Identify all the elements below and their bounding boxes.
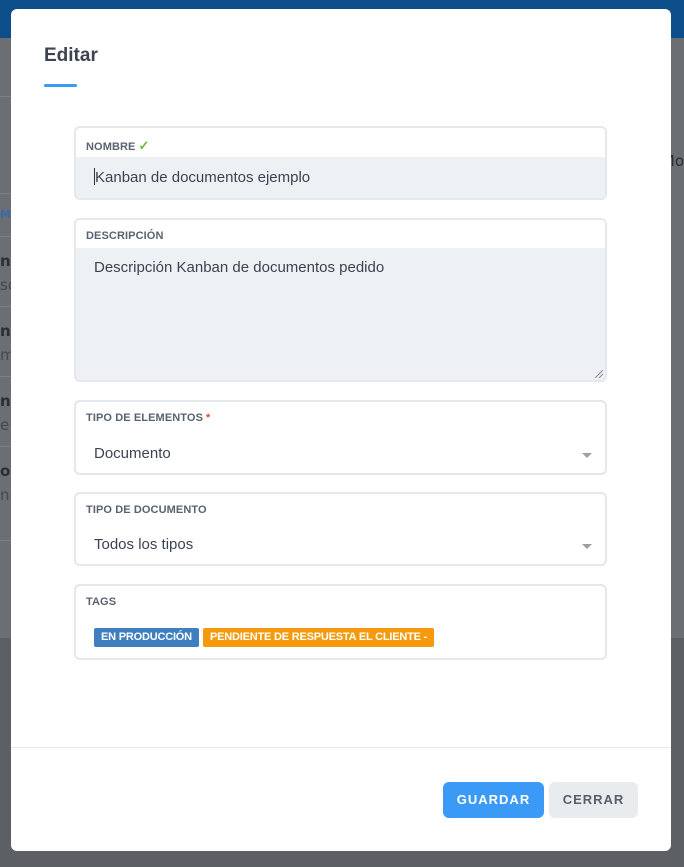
tag-en-produccion[interactable]: EN PRODUCCIÓN — [94, 628, 199, 647]
description-value: Descripción Kanban de documentos pedido — [94, 259, 385, 276]
document-type-select[interactable]: TIPO DE DOCUMENTO Todos los tipos — [74, 492, 607, 566]
element-type-label: TIPO DE ELEMENTOS * — [86, 412, 210, 424]
chevron-down-icon[interactable] — [582, 453, 592, 458]
modal-title: Editar — [44, 45, 98, 66]
footer-divider — [11, 747, 671, 748]
background-row-sub: e — [0, 416, 10, 434]
close-button[interactable]: CERRAR — [549, 782, 638, 818]
required-mark: * — [206, 412, 211, 424]
document-type-label: TIPO DE DOCUMENTO — [86, 504, 207, 516]
title-underline — [44, 84, 77, 87]
element-type-select[interactable]: TIPO DE ELEMENTOS * Documento — [74, 400, 607, 475]
description-field[interactable]: DESCRIPCIÓN Descripción Kanban de docume… — [74, 218, 607, 382]
chevron-down-icon[interactable] — [582, 544, 592, 549]
name-input-value: Kanban de documentos ejemplo — [95, 169, 311, 186]
description-textarea[interactable]: Descripción Kanban de documentos pedido — [76, 248, 605, 380]
tag-pendiente-respuesta[interactable]: PENDIENTE DE RESPUESTA EL CLIENTE - — [203, 628, 435, 647]
tags-label: TAGS — [86, 596, 117, 608]
check-icon: ✓ — [138, 138, 150, 153]
description-label: DESCRIPCIÓN — [86, 230, 164, 242]
name-input[interactable]: Kanban de documentos ejemplo — [76, 157, 605, 198]
tags-field[interactable]: TAGS EN PRODUCCIÓN PENDIENTE DE RESPUEST… — [74, 584, 607, 660]
save-button[interactable]: GUARDAR — [443, 782, 544, 818]
name-label-text: NOMBRE — [86, 141, 136, 153]
name-label: NOMBRE ✓ — [86, 138, 150, 154]
element-type-value: Documento — [94, 445, 171, 462]
resize-grip-icon[interactable] — [595, 370, 603, 378]
element-type-label-text: TIPO DE ELEMENTOS — [86, 412, 204, 424]
name-field[interactable]: NOMBRE ✓ Kanban de documentos ejemplo — [74, 126, 607, 200]
edit-modal: Editar NOMBRE ✓ Kanban de documentos ejem… — [11, 9, 671, 851]
document-type-value: Todos los tipos — [94, 536, 194, 553]
